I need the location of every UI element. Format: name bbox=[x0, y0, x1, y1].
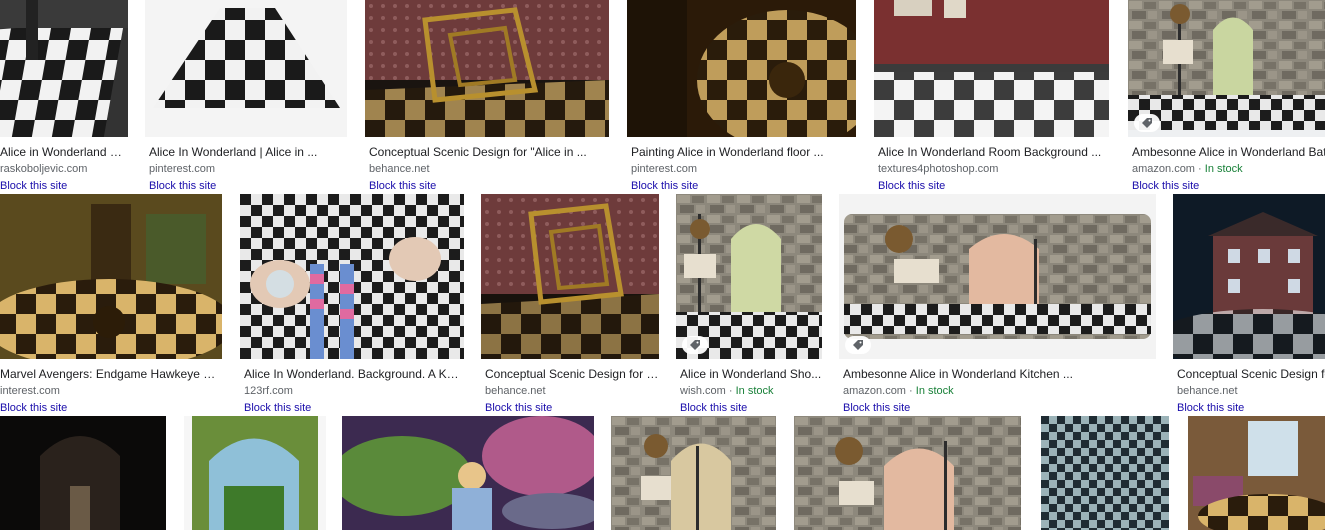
block-site-link[interactable]: Block this site bbox=[244, 402, 311, 414]
result-card[interactable]: Ambesonne Alice in Wonderland Bath ... a… bbox=[1128, 0, 1325, 195]
result-card[interactable]: Alice In Wonderland Room Background ... … bbox=[874, 0, 1109, 195]
block-site-link[interactable]: Block this site bbox=[485, 402, 552, 414]
result-card[interactable]: Alice In Wonderland. Background. A Key .… bbox=[240, 194, 464, 416]
stock-status: In stock bbox=[915, 385, 954, 397]
result-thumbnail[interactable] bbox=[839, 194, 1156, 359]
tag-icon bbox=[845, 336, 871, 354]
result-card[interactable]: Alice in Wonderland – D... raskoboljevic… bbox=[0, 0, 128, 195]
result-title[interactable]: Conceptual Scenic Design for "Alice in .… bbox=[369, 145, 609, 159]
result-thumbnail[interactable] bbox=[0, 194, 222, 359]
result-thumbnail[interactable] bbox=[1173, 194, 1325, 359]
result-source: pinterest.com bbox=[149, 163, 216, 175]
result-card[interactable]: Conceptual Scenic Design for "Alice in .… bbox=[365, 0, 609, 195]
result-source: behance.net bbox=[369, 163, 430, 175]
result-thumbnail[interactable] bbox=[874, 0, 1109, 137]
result-title[interactable]: Conceptual Scenic Design for ... bbox=[1177, 367, 1325, 381]
stock-status: In stock bbox=[735, 385, 774, 397]
block-site-link[interactable]: Block this site bbox=[1132, 180, 1199, 192]
result-thumbnail[interactable] bbox=[145, 0, 347, 137]
result-title[interactable]: Marvel Avengers: Endgame Hawkeye Funk... bbox=[0, 367, 222, 381]
result-thumbnail[interactable] bbox=[240, 194, 464, 359]
result-title[interactable]: Ambesonne Alice in Wonderland Bath ... bbox=[1132, 145, 1325, 159]
result-title[interactable]: Alice in Wonderland – D... bbox=[0, 145, 128, 159]
result-source-domain: wish.com bbox=[680, 385, 726, 397]
result-source-domain: amazon.com bbox=[1132, 163, 1195, 175]
result-thumbnail[interactable] bbox=[184, 416, 326, 530]
result-thumbnail[interactable] bbox=[1041, 416, 1169, 530]
tag-icon bbox=[1134, 114, 1160, 132]
block-site-link[interactable]: Block this site bbox=[0, 180, 67, 192]
result-source: behance.net bbox=[1177, 385, 1238, 397]
result-thumbnail[interactable] bbox=[794, 416, 1021, 530]
result-source: amazon.com · In stock bbox=[1132, 163, 1243, 175]
result-card[interactable]: Marvel Avengers: Endgame Hawkeye Funk...… bbox=[0, 194, 222, 416]
result-source: 123rf.com bbox=[244, 385, 293, 397]
result-card[interactable]: Conceptual Scenic Design for "... behanc… bbox=[481, 194, 659, 416]
result-thumbnail[interactable] bbox=[1188, 416, 1325, 530]
block-site-link[interactable]: Block this site bbox=[878, 180, 945, 192]
result-title[interactable]: Conceptual Scenic Design for "... bbox=[485, 367, 659, 381]
result-source: textures4photoshop.com bbox=[878, 163, 999, 175]
result-card[interactable]: Ambesonne Alice in Wonderland Kitchen ..… bbox=[839, 194, 1156, 416]
result-title[interactable]: Alice In Wonderland. Background. A Key .… bbox=[244, 367, 464, 381]
result-thumbnail[interactable] bbox=[676, 194, 822, 359]
stock-status: In stock bbox=[1204, 163, 1243, 175]
block-site-link[interactable]: Block this site bbox=[1177, 402, 1244, 414]
result-card[interactable]: Alice in Wonderland Sho... wish.com · In… bbox=[676, 194, 822, 416]
result-thumbnail[interactable] bbox=[342, 416, 594, 530]
block-site-link[interactable]: Block this site bbox=[843, 402, 910, 414]
result-thumbnail[interactable] bbox=[0, 0, 128, 137]
result-source: interest.com bbox=[0, 385, 60, 397]
result-thumbnail[interactable] bbox=[611, 416, 776, 530]
result-source: wish.com · In stock bbox=[680, 385, 774, 397]
result-title[interactable]: Ambesonne Alice in Wonderland Kitchen ..… bbox=[843, 367, 1156, 381]
result-thumbnail[interactable] bbox=[1128, 0, 1325, 137]
result-source: behance.net bbox=[485, 385, 546, 397]
result-source: amazon.com · In stock bbox=[843, 385, 954, 397]
block-site-link[interactable]: Block this site bbox=[680, 402, 747, 414]
result-thumbnail[interactable] bbox=[481, 194, 659, 359]
result-card[interactable]: Conceptual Scenic Design for ... behance… bbox=[1173, 194, 1325, 416]
result-source: pinterest.com bbox=[631, 163, 698, 175]
result-title[interactable]: Painting Alice in Wonderland floor ... bbox=[631, 145, 856, 159]
block-site-link[interactable]: Block this site bbox=[0, 402, 67, 414]
result-title[interactable]: Alice in Wonderland Sho... bbox=[680, 367, 822, 381]
result-card[interactable]: Painting Alice in Wonderland floor ... p… bbox=[627, 0, 856, 195]
result-title[interactable]: Alice In Wonderland | Alice in ... bbox=[149, 145, 347, 159]
result-card[interactable]: Alice In Wonderland | Alice in ... pinte… bbox=[145, 0, 347, 195]
tag-icon bbox=[682, 336, 708, 354]
result-source: raskoboljevic.com bbox=[0, 163, 88, 175]
block-site-link[interactable]: Block this site bbox=[369, 180, 436, 192]
result-thumbnail[interactable] bbox=[627, 0, 856, 137]
result-title[interactable]: Alice In Wonderland Room Background ... bbox=[878, 145, 1109, 159]
block-site-link[interactable]: Block this site bbox=[149, 180, 216, 192]
result-source-domain: amazon.com bbox=[843, 385, 906, 397]
result-thumbnail[interactable] bbox=[0, 416, 166, 530]
block-site-link[interactable]: Block this site bbox=[631, 180, 698, 192]
result-thumbnail[interactable] bbox=[365, 0, 609, 137]
